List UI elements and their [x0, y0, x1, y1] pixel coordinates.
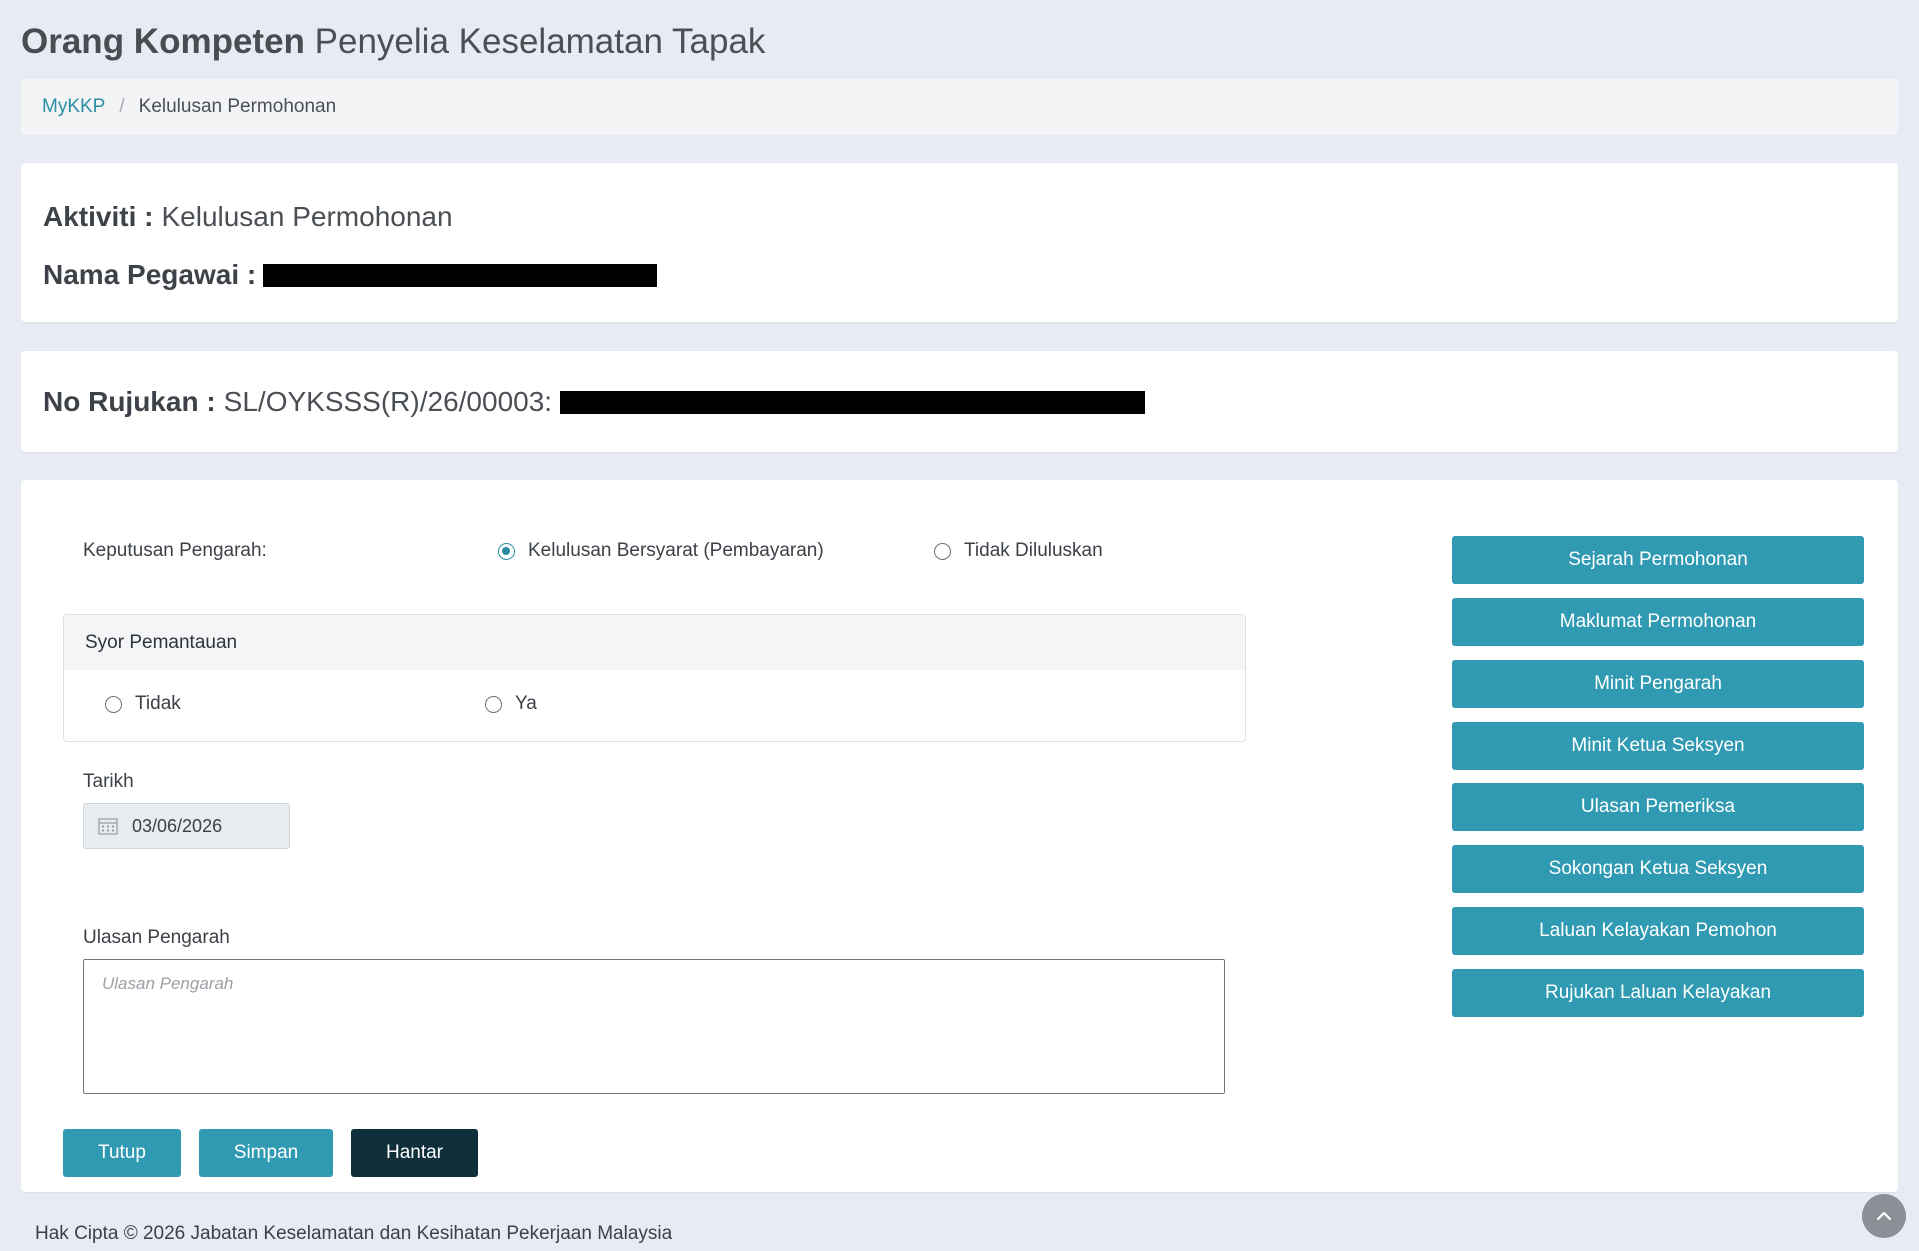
decision-option-reject[interactable]: Tidak Diluluskan — [934, 540, 1103, 562]
syor-option-ya[interactable]: Ya — [485, 693, 537, 715]
reference-label: No Rujukan : — [43, 386, 216, 417]
syor-option-tidak[interactable]: Tidak — [105, 693, 181, 715]
radio-unchecked-icon[interactable] — [934, 542, 951, 560]
activity-row: Aktiviti : Kelulusan Permohonan — [43, 201, 453, 233]
syor-option-ya-label: Ya — [515, 693, 537, 714]
date-field[interactable]: 03/06/2026 — [83, 803, 290, 849]
comment-placeholder: Ulasan Pengarah — [102, 974, 234, 993]
radio-checked-icon[interactable] — [498, 542, 515, 560]
decision-option-approve[interactable]: Kelulusan Bersyarat (Pembayaran) — [498, 540, 824, 562]
radio-unchecked-icon[interactable] — [485, 695, 502, 713]
minit-ketua-seksyen-button[interactable]: Minit Ketua Seksyen — [1452, 722, 1864, 770]
page-title: Orang Kompeten Penyelia Keselamatan Tapa… — [21, 22, 765, 62]
syor-pemantauan-title: Syor Pemantauan — [64, 615, 1245, 670]
reference-redacted — [560, 390, 1146, 414]
breadcrumb-current: Kelulusan Permohonan — [138, 96, 337, 117]
syor-pemantauan-panel: Syor Pemantauan Tidak Ya — [63, 614, 1246, 742]
maklumat-permohonan-button[interactable]: Maklumat Permohonan — [1452, 598, 1864, 646]
scroll-to-top-button[interactable] — [1862, 1194, 1906, 1238]
rujukan-laluan-kelayakan-button[interactable]: Rujukan Laluan Kelayakan — [1452, 969, 1864, 1017]
calendar-icon — [98, 818, 118, 835]
officer-label: Nama Pegawai : — [43, 259, 257, 290]
sokongan-ketua-seksyen-button[interactable]: Sokongan Ketua Seksyen — [1452, 845, 1864, 893]
reference-value: SL/OYKSSS(R)/26/00003: — [223, 386, 553, 417]
minit-pengarah-button[interactable]: Minit Pengarah — [1452, 660, 1864, 708]
close-button[interactable]: Tutup — [63, 1129, 181, 1177]
reference-card: No Rujukan : SL/OYKSSS(R)/26/00003: — [21, 351, 1898, 452]
comment-textarea[interactable]: Ulasan Pengarah — [83, 959, 1225, 1094]
save-button[interactable]: Simpan — [199, 1129, 333, 1177]
breadcrumb-separator: / — [119, 96, 125, 117]
page-title-strong: Orang Kompeten — [21, 22, 305, 61]
decision-option-reject-label: Tidak Diluluskan — [964, 540, 1103, 561]
footer-copyright: Hak Cipta © 2026 Jabatan Keselamatan dan… — [35, 1223, 673, 1244]
comment-label: Ulasan Pengarah — [83, 927, 230, 948]
laluan-kelayakan-pemohon-button[interactable]: Laluan Kelayakan Pemohon — [1452, 907, 1864, 955]
page-title-subtitle: Penyelia Keselamatan Tapak — [314, 22, 766, 61]
sejarah-permohonan-button[interactable]: Sejarah Permohonan — [1452, 536, 1864, 584]
submit-button[interactable]: Hantar — [351, 1129, 478, 1177]
breadcrumb-home-link[interactable]: MyKKP — [42, 96, 105, 118]
decision-label: Keputusan Pengarah: — [83, 540, 267, 561]
activity-label: Aktiviti : — [43, 201, 154, 232]
syor-option-tidak-label: Tidak — [135, 693, 181, 714]
officer-name-redacted — [263, 263, 658, 287]
activity-info-card: Aktiviti : Kelulusan Permohonan Nama Peg… — [21, 163, 1898, 322]
date-label: Tarikh — [83, 771, 134, 792]
radio-unchecked-icon[interactable] — [105, 695, 122, 713]
officer-row: Nama Pegawai : — [43, 259, 658, 291]
decision-option-approve-label: Kelulusan Bersyarat (Pembayaran) — [528, 540, 824, 561]
chevron-up-icon — [1876, 1211, 1892, 1221]
decision-form-card: Keputusan Pengarah: Kelulusan Bersyarat … — [21, 480, 1898, 1192]
activity-value: Kelulusan Permohonan — [161, 201, 453, 232]
breadcrumb: MyKKP / Kelulusan Permohonan — [21, 79, 1898, 135]
date-value: 03/06/2026 — [132, 815, 223, 836]
reference-row: No Rujukan : SL/OYKSSS(R)/26/00003: — [43, 386, 1146, 418]
ulasan-pemeriksa-button[interactable]: Ulasan Pemeriksa — [1452, 783, 1864, 831]
